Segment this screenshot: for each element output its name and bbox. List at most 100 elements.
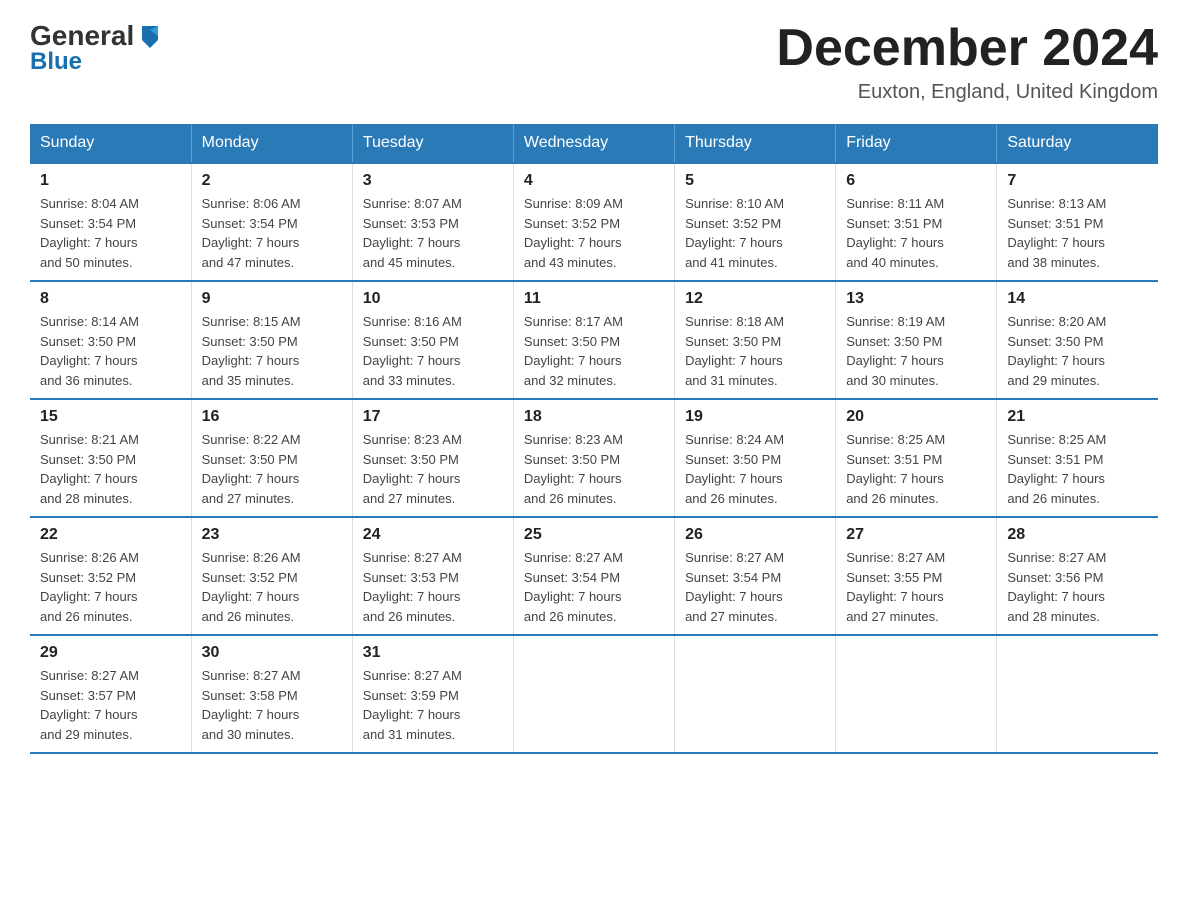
day-number: 18: [524, 408, 664, 426]
calendar-cell: 18 Sunrise: 8:23 AMSunset: 3:50 PMDayligh…: [513, 399, 674, 517]
day-number: 22: [40, 526, 181, 544]
calendar-week-row: 1 Sunrise: 8:04 AMSunset: 3:54 PMDaylight…: [30, 163, 1158, 281]
day-info: Sunrise: 8:04 AMSunset: 3:54 PMDaylight:…: [40, 194, 181, 272]
day-info: Sunrise: 8:26 AMSunset: 3:52 PMDaylight:…: [40, 548, 181, 626]
day-info: Sunrise: 8:15 AMSunset: 3:50 PMDaylight:…: [202, 312, 342, 390]
day-number: 8: [40, 290, 181, 308]
calendar-cell: 6 Sunrise: 8:11 AMSunset: 3:51 PMDaylight…: [836, 163, 997, 281]
day-info: Sunrise: 8:18 AMSunset: 3:50 PMDaylight:…: [685, 312, 825, 390]
day-number: 6: [846, 172, 986, 190]
calendar-cell: 5 Sunrise: 8:10 AMSunset: 3:52 PMDaylight…: [675, 163, 836, 281]
day-info: Sunrise: 8:27 AMSunset: 3:55 PMDaylight:…: [846, 548, 986, 626]
day-number: 4: [524, 172, 664, 190]
calendar-week-row: 29 Sunrise: 8:27 AMSunset: 3:57 PMDayligh…: [30, 635, 1158, 753]
day-info: Sunrise: 8:27 AMSunset: 3:58 PMDaylight:…: [202, 666, 342, 744]
day-number: 1: [40, 172, 181, 190]
calendar-cell: [513, 635, 674, 753]
day-info: Sunrise: 8:11 AMSunset: 3:51 PMDaylight:…: [846, 194, 986, 272]
day-number: 17: [363, 408, 503, 426]
calendar-week-row: 15Sunrise: 8:21 AMSunset: 3:50 PMDayligh…: [30, 399, 1158, 517]
day-info: Sunrise: 8:27 AMSunset: 3:59 PMDaylight:…: [363, 666, 503, 744]
day-number: 11: [524, 290, 664, 308]
calendar-cell: [836, 635, 997, 753]
header-saturday: Saturday: [997, 124, 1158, 163]
day-info: Sunrise: 8:10 AMSunset: 3:52 PMDaylight:…: [685, 194, 825, 272]
page-header: General Blue December 2024 Euxton, Engla…: [30, 20, 1158, 104]
day-info: Sunrise: 8:07 AMSunset: 3:53 PMDaylight:…: [363, 194, 503, 272]
main-title: December 2024: [776, 20, 1158, 77]
calendar-cell: 14 Sunrise: 8:20 AMSunset: 3:50 PMDayligh…: [997, 281, 1158, 399]
logo: General Blue: [30, 20, 164, 76]
day-info: Sunrise: 8:25 AMSunset: 3:51 PMDaylight:…: [1007, 430, 1148, 508]
day-number: 27: [846, 526, 986, 544]
day-number: 10: [363, 290, 503, 308]
calendar-cell: 1 Sunrise: 8:04 AMSunset: 3:54 PMDaylight…: [30, 163, 191, 281]
day-info: Sunrise: 8:27 AMSunset: 3:57 PMDaylight:…: [40, 666, 181, 744]
day-number: 13: [846, 290, 986, 308]
day-info: Sunrise: 8:17 AMSunset: 3:50 PMDaylight:…: [524, 312, 664, 390]
calendar-cell: 2Sunrise: 8:06 AMSunset: 3:54 PMDaylight…: [191, 163, 352, 281]
day-number: 16: [202, 408, 342, 426]
day-info: Sunrise: 8:23 AMSunset: 3:50 PMDaylight:…: [363, 430, 503, 508]
day-number: 23: [202, 526, 342, 544]
day-number: 29: [40, 644, 181, 662]
calendar-cell: [675, 635, 836, 753]
day-number: 3: [363, 172, 503, 190]
calendar-cell: 22 Sunrise: 8:26 AMSunset: 3:52 PMDayligh…: [30, 517, 191, 635]
day-number: 2: [202, 172, 342, 190]
subtitle: Euxton, England, United Kingdom: [776, 81, 1158, 104]
day-number: 14: [1007, 290, 1148, 308]
calendar-cell: 3 Sunrise: 8:07 AMSunset: 3:53 PMDaylight…: [352, 163, 513, 281]
day-info: Sunrise: 8:13 AMSunset: 3:51 PMDaylight:…: [1007, 194, 1148, 272]
calendar-cell: 12Sunrise: 8:18 AMSunset: 3:50 PMDayligh…: [675, 281, 836, 399]
day-info: Sunrise: 8:26 AMSunset: 3:52 PMDaylight:…: [202, 548, 342, 626]
day-number: 25: [524, 526, 664, 544]
day-info: Sunrise: 8:09 AMSunset: 3:52 PMDaylight:…: [524, 194, 664, 272]
day-number: 21: [1007, 408, 1148, 426]
calendar-table: SundayMondayTuesdayWednesdayThursdayFrid…: [30, 124, 1158, 754]
header-thursday: Thursday: [675, 124, 836, 163]
day-info: Sunrise: 8:22 AMSunset: 3:50 PMDaylight:…: [202, 430, 342, 508]
header-monday: Monday: [191, 124, 352, 163]
logo-icon: [136, 22, 164, 50]
day-number: 9: [202, 290, 342, 308]
calendar-cell: 21 Sunrise: 8:25 AMSunset: 3:51 PMDayligh…: [997, 399, 1158, 517]
calendar-cell: 24Sunrise: 8:27 AMSunset: 3:53 PMDayligh…: [352, 517, 513, 635]
calendar-week-row: 8 Sunrise: 8:14 AMSunset: 3:50 PMDaylight…: [30, 281, 1158, 399]
calendar-cell: [997, 635, 1158, 753]
header-tuesday: Tuesday: [352, 124, 513, 163]
day-info: Sunrise: 8:27 AMSunset: 3:56 PMDaylight:…: [1007, 548, 1148, 626]
calendar-cell: 7Sunrise: 8:13 AMSunset: 3:51 PMDaylight…: [997, 163, 1158, 281]
calendar-cell: 19Sunrise: 8:24 AMSunset: 3:50 PMDayligh…: [675, 399, 836, 517]
day-info: Sunrise: 8:16 AMSunset: 3:50 PMDaylight:…: [363, 312, 503, 390]
calendar-cell: 11 Sunrise: 8:17 AMSunset: 3:50 PMDayligh…: [513, 281, 674, 399]
header-wednesday: Wednesday: [513, 124, 674, 163]
header-friday: Friday: [836, 124, 997, 163]
day-info: Sunrise: 8:25 AMSunset: 3:51 PMDaylight:…: [846, 430, 986, 508]
calendar-week-row: 22 Sunrise: 8:26 AMSunset: 3:52 PMDayligh…: [30, 517, 1158, 635]
calendar-cell: 20Sunrise: 8:25 AMSunset: 3:51 PMDayligh…: [836, 399, 997, 517]
day-info: Sunrise: 8:20 AMSunset: 3:50 PMDaylight:…: [1007, 312, 1148, 390]
day-info: Sunrise: 8:19 AMSunset: 3:50 PMDaylight:…: [846, 312, 986, 390]
calendar-cell: 9 Sunrise: 8:15 AMSunset: 3:50 PMDaylight…: [191, 281, 352, 399]
logo-blue-text: Blue: [30, 48, 82, 76]
day-info: Sunrise: 8:27 AMSunset: 3:54 PMDaylight:…: [685, 548, 825, 626]
day-number: 31: [363, 644, 503, 662]
calendar-cell: 17 Sunrise: 8:23 AMSunset: 3:50 PMDayligh…: [352, 399, 513, 517]
calendar-cell: 13 Sunrise: 8:19 AMSunset: 3:50 PMDayligh…: [836, 281, 997, 399]
calendar-cell: 28Sunrise: 8:27 AMSunset: 3:56 PMDayligh…: [997, 517, 1158, 635]
day-number: 30: [202, 644, 342, 662]
day-number: 5: [685, 172, 825, 190]
day-number: 19: [685, 408, 825, 426]
day-number: 15: [40, 408, 181, 426]
calendar-cell: 31 Sunrise: 8:27 AMSunset: 3:59 PMDayligh…: [352, 635, 513, 753]
day-info: Sunrise: 8:23 AMSunset: 3:50 PMDaylight:…: [524, 430, 664, 508]
calendar-cell: 4 Sunrise: 8:09 AMSunset: 3:52 PMDaylight…: [513, 163, 674, 281]
day-number: 26: [685, 526, 825, 544]
day-info: Sunrise: 8:14 AMSunset: 3:50 PMDaylight:…: [40, 312, 181, 390]
header-sunday: Sunday: [30, 124, 191, 163]
calendar-cell: 29 Sunrise: 8:27 AMSunset: 3:57 PMDayligh…: [30, 635, 191, 753]
calendar-cell: 8 Sunrise: 8:14 AMSunset: 3:50 PMDaylight…: [30, 281, 191, 399]
calendar-header-row: SundayMondayTuesdayWednesdayThursdayFrid…: [30, 124, 1158, 163]
day-number: 24: [363, 526, 503, 544]
